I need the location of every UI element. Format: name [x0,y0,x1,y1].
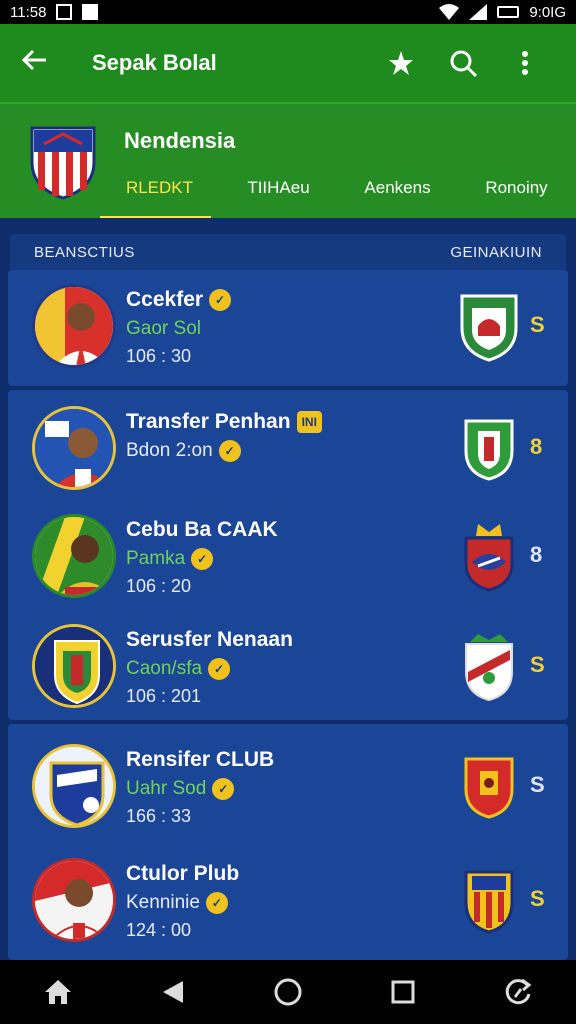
status-bar: 11:58 9:0IG [0,0,576,24]
team-header: Nendensia RLEDKT TIIHAeu Aenkens Ronoiny [0,102,576,220]
match-subtitle: Caon/sfa ✓ [126,658,231,680]
match-time: 124 : 00 [126,920,192,940]
match-row[interactable]: Rensifer CLUB Uahr Sod ✓ 166 : 33 S [8,732,568,842]
opponent-crest-icon [460,294,518,362]
circle-icon [274,978,302,1006]
team-name: Nendensia [124,128,236,153]
rotate-icon [506,978,532,1005]
battery-text: 9:0IG [529,3,566,21]
home-circle-button[interactable] [258,962,318,1022]
back-nav-button[interactable] [143,962,203,1022]
player-photo-icon [35,517,113,595]
battery-icon [497,6,520,18]
match-subtitle: Uahr Sod ✓ [126,778,235,800]
opponent-crest-icon [465,634,513,702]
player-avatar [32,406,116,490]
status-badge: INI [296,411,322,434]
match-row[interactable]: Transfer Penhan INI Bdon 2:on ✓ 8 [8,394,568,504]
app-bar: Sepak Bolal [0,24,576,102]
rotate-button[interactable] [488,962,548,1022]
more-button[interactable] [494,50,556,76]
club-logo-icon [35,627,113,705]
match-title: Cebu Ba CAAK [126,518,278,541]
square-icon [391,980,415,1004]
tab-ranking[interactable]: Ronoiny [457,172,576,220]
match-row[interactable]: Cebu Ba CAAK Pamka ✓ 106 : 20 8 [8,502,568,612]
arrow-left-icon [21,49,46,71]
search-icon [450,50,477,77]
tab-results[interactable]: RLEDKT [100,172,219,220]
match-title: Transfer Penhan INI [126,410,322,434]
match-subtitle: Pamka ✓ [126,548,214,570]
status-time: 11:58 [10,3,47,21]
match-title: Rensifer CLUB [126,748,275,771]
app-title: Sepak Bolal [92,50,217,75]
opponent-crest-icon [464,870,514,934]
opponent-crest-icon [464,757,514,819]
favorite-button[interactable] [370,50,432,76]
match-group: Transfer Penhan INI Bdon 2:on ✓ 8 Cebu Ba … [8,390,568,720]
match-time: 106 : 30 [126,346,192,366]
opponent-crest-icon [464,419,514,481]
tab-rankings[interactable]: Aenkens [338,172,457,220]
match-title: Serusfer Nenaan [126,628,293,651]
match-title: Ccekfer ✓ [126,288,232,312]
verified-badge-icon: ✓ [191,548,214,570]
more-vert-icon [522,51,528,75]
match-subtitle: Bdon 2:on ✓ [126,440,241,462]
match-score: 8 [530,542,543,567]
player-photo-icon [35,287,113,365]
match-row[interactable]: Ccekfer ✓ Gaor Sol 106 : 30 S [8,272,568,382]
star-icon [389,51,413,75]
notification-icon [56,4,73,20]
player-avatar [32,624,116,708]
match-group: Rensifer CLUB Uahr Sod ✓ 166 : 33 S Ctulo… [8,724,568,960]
search-button[interactable] [432,49,494,77]
player-avatar [32,744,116,828]
club-logo-icon [35,747,113,825]
match-list: BEANSCTIUS GEINAKIUIN Ccekfer ✓ Gaor Sol … [0,218,576,960]
player-photo-icon [35,409,113,487]
signal-icon [469,4,488,20]
column-header: BEANSCTIUS GEINAKIUIN [10,234,566,270]
column-left-label: BEANSCTIUS [34,243,135,261]
tab-transfers[interactable]: TIIHAeu [219,172,338,220]
player-photo-icon [35,861,113,939]
back-button[interactable] [20,46,70,80]
player-avatar [32,514,116,598]
match-group: Ccekfer ✓ Gaor Sol 106 : 30 S [8,270,568,386]
verified-badge-icon: ✓ [208,658,231,680]
match-score: S [530,886,545,911]
tab-bar: RLEDKT TIIHAeu Aenkens Ronoiny [100,172,576,220]
home-icon [44,980,71,1004]
match-score: S [530,772,545,797]
verified-badge-icon: ✓ [205,892,228,914]
player-avatar [32,858,116,942]
match-subtitle: Kenninie ✓ [126,892,228,914]
column-right-label: GEINAKIUIN [450,243,542,261]
recents-button[interactable] [373,962,433,1022]
match-time: 106 : 20 [126,576,192,596]
verified-badge-icon: ✓ [218,440,241,462]
verified-badge-icon: ✓ [209,289,232,312]
team-crest-icon [30,126,96,200]
match-row[interactable]: Ctulor Plub Kenninie ✓ 124 : 00 S [8,846,568,956]
match-score: 8 [530,434,543,459]
match-time: 106 : 201 [126,686,202,706]
match-time: 166 : 33 [126,806,192,826]
triangle-back-icon [162,981,183,1003]
notification-icon-2 [82,4,99,20]
verified-badge-icon: ✓ [212,778,235,800]
match-score: S [530,652,545,677]
match-score: S [530,312,545,337]
system-nav-bar [0,960,576,1024]
home-button[interactable] [28,962,88,1022]
wifi-icon [439,4,460,20]
match-title: Ctulor Plub [126,862,240,885]
match-row[interactable]: Serusfer Nenaan Caon/sfa ✓ 106 : 201 S [8,612,568,722]
match-subtitle: Gaor Sol [126,318,201,339]
player-avatar [32,284,116,368]
opponent-crest-icon [464,524,514,592]
